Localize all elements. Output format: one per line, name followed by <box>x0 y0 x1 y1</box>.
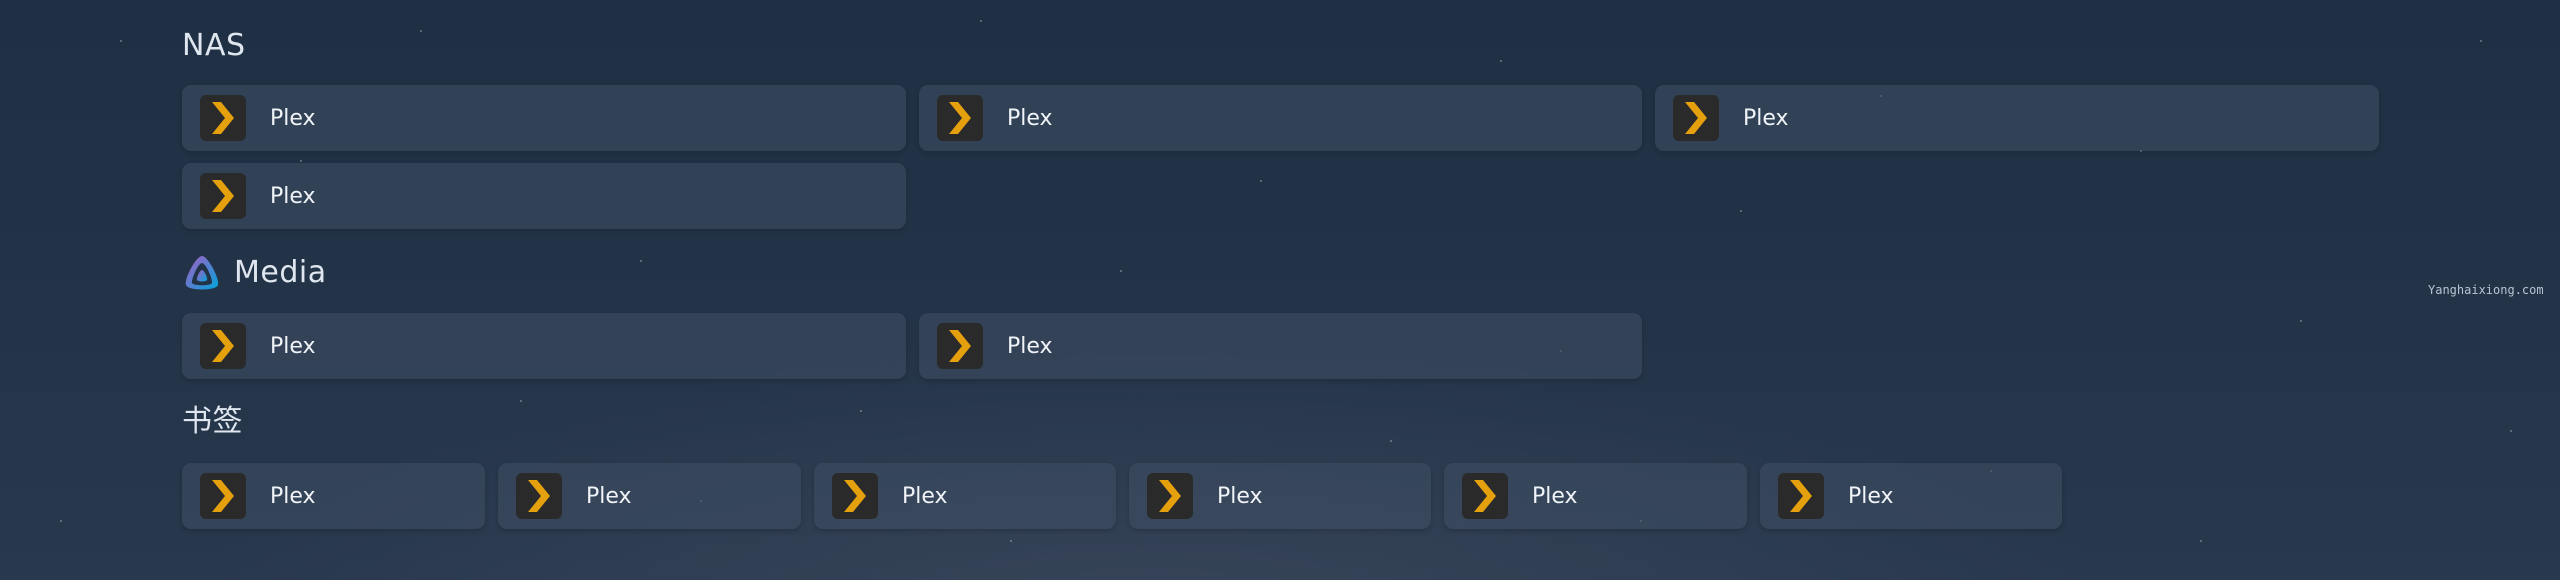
service-card-bookmark-1[interactable]: Plex <box>182 463 485 529</box>
service-card-label: Plex <box>1007 333 1053 359</box>
service-card-label: Plex <box>270 483 316 509</box>
watermark-text: Yanghaixiong.com <box>2428 283 2544 297</box>
service-card-media-2[interactable]: Plex <box>919 313 1642 379</box>
plex-chevron-icon <box>200 95 246 141</box>
plex-chevron-icon <box>1147 473 1193 519</box>
section-title-text: 书签 <box>182 404 243 439</box>
service-card-nas-1[interactable]: Plex <box>182 85 906 151</box>
plex-chevron-icon <box>1778 473 1824 519</box>
service-card-label: Plex <box>1217 483 1263 509</box>
service-card-label: Plex <box>1848 483 1894 509</box>
service-card-bookmark-2[interactable]: Plex <box>498 463 801 529</box>
service-card-label: Plex <box>902 483 948 509</box>
service-card-nas-2[interactable]: Plex <box>919 85 1642 151</box>
section-title-bookmarks: 书签 <box>182 407 243 437</box>
service-card-nas-4[interactable]: Plex <box>182 163 906 229</box>
plex-chevron-icon <box>937 95 983 141</box>
service-card-label: Plex <box>1532 483 1578 509</box>
plex-chevron-icon <box>1462 473 1508 519</box>
section-title-nas: NAS <box>182 31 246 61</box>
plex-chevron-icon <box>516 473 562 519</box>
section-title-text: NAS <box>182 28 246 63</box>
section-title-media: Media <box>182 253 327 293</box>
service-card-bookmark-6[interactable]: Plex <box>1760 463 2062 529</box>
plex-chevron-icon <box>832 473 878 519</box>
section-title-text: Media <box>234 255 327 290</box>
plex-chevron-icon <box>1673 95 1719 141</box>
service-card-label: Plex <box>586 483 632 509</box>
plex-chevron-icon <box>200 323 246 369</box>
plex-chevron-icon <box>200 473 246 519</box>
service-card-bookmark-3[interactable]: Plex <box>814 463 1116 529</box>
service-card-label: Plex <box>270 183 316 209</box>
service-card-bookmark-5[interactable]: Plex <box>1444 463 1747 529</box>
plex-chevron-icon <box>200 173 246 219</box>
service-card-label: Plex <box>1007 105 1053 131</box>
plex-chevron-icon <box>937 323 983 369</box>
service-card-label: Plex <box>270 105 316 131</box>
service-card-bookmark-4[interactable]: Plex <box>1129 463 1431 529</box>
service-card-media-1[interactable]: Plex <box>182 313 906 379</box>
service-card-nas-3[interactable]: Plex <box>1655 85 2379 151</box>
service-card-label: Plex <box>1743 105 1789 131</box>
jellyfin-logo-icon <box>185 256 219 290</box>
service-card-label: Plex <box>270 333 316 359</box>
